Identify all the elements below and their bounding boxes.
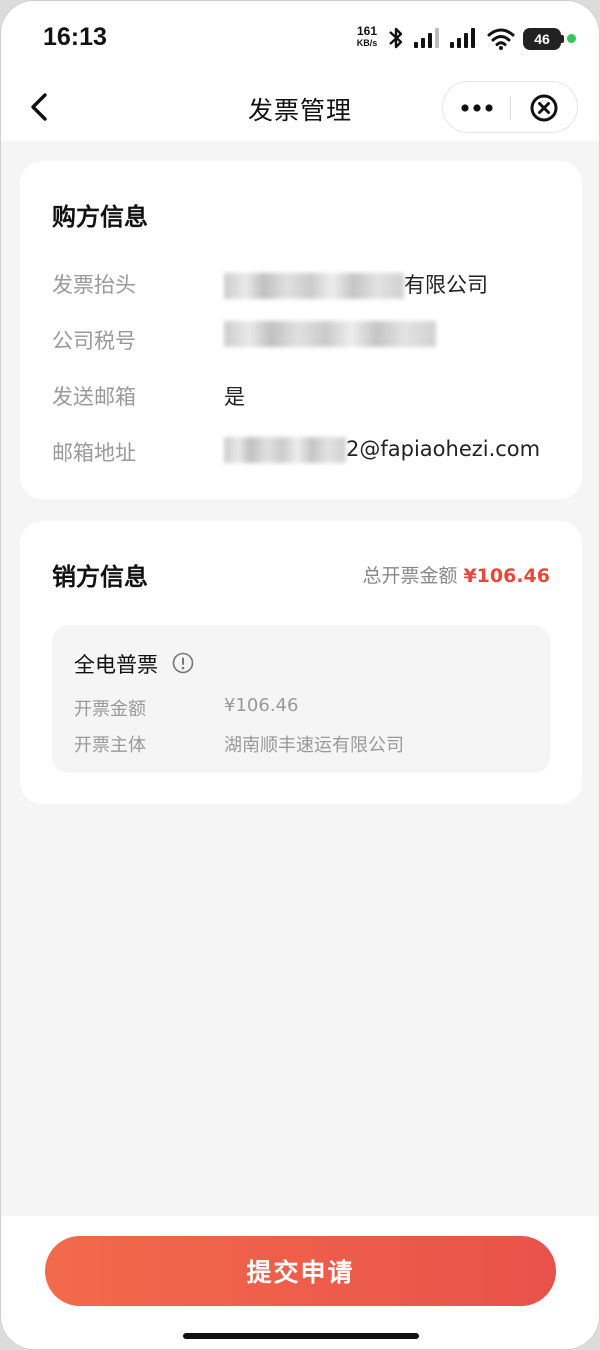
mini-program-capsule — [442, 81, 578, 133]
buyer-section-title: 购方信息 — [52, 203, 148, 231]
invoice-type: 全电普票 — [74, 653, 158, 677]
seller-info-card: 销方信息 总开票金额 ¥106.46 全电普票 开票金额 ¥106.46 开票主体… — [20, 521, 582, 804]
invoice-header-label: 发票抬头 — [52, 273, 136, 297]
status-bar: 16:13 161 KB/s 46 — [1, 1, 599, 77]
charging-dot — [567, 34, 576, 43]
battery-icon: 46 — [523, 28, 561, 50]
redacted-blur — [224, 273, 404, 299]
total-amount-summary: 总开票金额 ¥106.46 — [362, 561, 550, 588]
redacted-blur — [224, 321, 436, 347]
send-email-label: 发送邮箱 — [52, 385, 136, 409]
invoice-item-card: 全电普票 开票金额 ¥106.46 开票主体 湖南顺丰速运有限公司 — [52, 625, 550, 773]
seller-section-title: 销方信息 — [52, 563, 148, 591]
redacted-blur — [224, 437, 346, 463]
home-indicator — [183, 1333, 419, 1339]
buyer-info-card: 购方信息 发票抬头 有限公司 公司税号 发送邮箱 是 邮箱地址 2@fapiao… — [20, 161, 582, 499]
nav-bar: 发票管理 — [1, 77, 599, 141]
email-address-text: 2@fapiaohezi.com — [346, 437, 541, 461]
phone-screen: 16:13 161 KB/s 46 发票管理 购方信息 发票抬头 有限公司 公司… — [0, 0, 600, 1350]
total-amount-label: 总开票金额 — [362, 565, 458, 587]
submit-application-button[interactable]: 提交申请 — [45, 1236, 556, 1306]
invoice-amount-value: ¥106.46 — [224, 695, 299, 716]
tax-id-value[interactable] — [224, 321, 436, 347]
close-icon[interactable] — [527, 92, 561, 124]
info-icon[interactable] — [172, 652, 194, 674]
tax-id-label: 公司税号 — [52, 329, 136, 353]
invoice-issuer-label: 开票主体 — [74, 735, 146, 756]
signal-icon — [414, 28, 439, 48]
signal-icon — [450, 28, 475, 48]
bluetooth-icon — [389, 27, 403, 49]
total-amount-value: ¥106.46 — [463, 565, 550, 587]
battery-cap — [561, 35, 564, 43]
email-address-label: 邮箱地址 — [52, 441, 136, 465]
more-icon[interactable] — [457, 92, 497, 124]
send-email-value: 是 — [224, 385, 245, 409]
capsule-divider — [510, 96, 511, 120]
network-speed-unit: KB/s — [356, 38, 378, 48]
email-address-value[interactable]: 2@fapiaohezi.com — [224, 437, 540, 463]
status-time: 16:13 — [43, 23, 107, 51]
network-speed-value: 161 — [356, 24, 378, 38]
invoice-amount-label: 开票金额 — [74, 699, 146, 720]
bottom-action-bar: 提交申请 — [1, 1216, 599, 1349]
invoice-header-text: 有限公司 — [404, 273, 488, 297]
invoice-issuer-value: 湖南顺丰速运有限公司 — [224, 735, 404, 756]
wifi-icon — [487, 28, 515, 50]
invoice-header-value[interactable]: 有限公司 — [224, 269, 488, 299]
network-speed: 161 KB/s — [353, 25, 381, 49]
